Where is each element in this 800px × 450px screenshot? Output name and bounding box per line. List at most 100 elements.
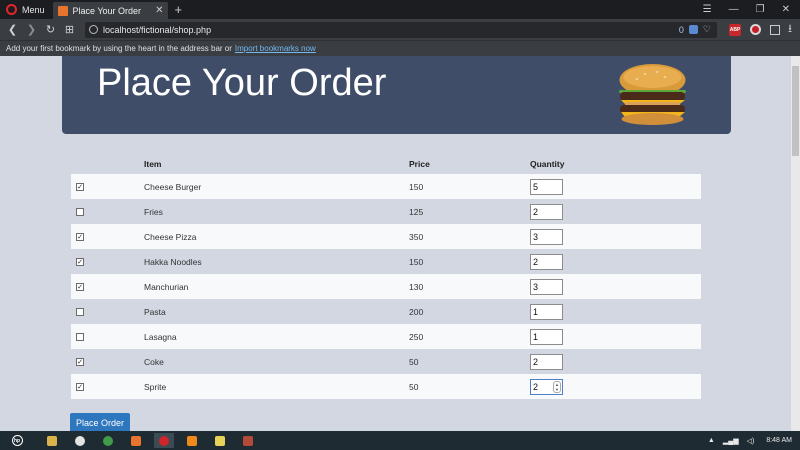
xampp-favicon-icon [57,5,68,16]
quantity-input[interactable]: 5 [530,178,563,195]
new-tab-icon[interactable]: + [175,2,183,17]
notes-icon [215,435,225,446]
item-name: Cheese Burger [144,174,409,199]
browser-tab-bar: Menu Place Your Order ✕ + ☰ — ❐ ✕ [0,0,800,19]
adblock-plus-icon[interactable]: ABP [729,23,741,36]
taskbar-app-notes[interactable] [210,433,230,448]
download-icon[interactable]: ⭳ [788,20,792,39]
item-name: Sprite [144,374,409,399]
item-price: 150 [409,174,530,199]
quantity-value: 3 [533,231,539,242]
table-row: ✓ Hakka Noodles 150 2 [71,249,701,274]
quantity-input[interactable]: 2 [530,253,563,270]
window-controls: ☰ — ❐ ✕ [703,4,800,15]
page-title: Place Your Order [97,62,387,104]
item-name: Cheese Pizza [144,224,409,249]
item-name: Manchurian [144,274,409,299]
quantity-input[interactable]: 2 [530,203,563,220]
url-text: localhost/fictional/shop.php [103,24,212,35]
taskbar-app-vlc[interactable] [182,433,202,448]
header-price: Price [409,159,430,169]
burger-image [619,64,686,125]
row-checkbox[interactable]: ✓ [76,183,84,192]
hp-logo-icon: hp [11,435,23,446]
tab-close-icon[interactable]: ✕ [155,5,163,16]
row-checkbox[interactable] [76,208,84,217]
forward-icon[interactable]: ❯ [22,23,41,36]
quantity-value: 1 [533,331,539,342]
taskbar-app-misc[interactable] [238,433,258,448]
import-bookmarks-link[interactable]: Import bookmarks now [235,44,316,53]
table-row: ✓ Coke 50 2 [71,349,701,374]
row-checkbox[interactable]: ✓ [76,358,84,367]
opera-icon [159,435,169,446]
item-price: 50 [409,349,530,374]
item-price: 350 [409,224,530,249]
xampp-icon [131,435,141,446]
table-row: Fries 125 2 [71,199,701,224]
item-name: Fries [144,199,409,224]
network-icon[interactable]: ▂▄▆ [723,437,739,445]
header-select [71,152,144,174]
row-checkbox[interactable]: ✓ [76,258,84,267]
quantity-input-focused[interactable]: 2 ▲ ▼ [530,378,563,395]
chrome-icon [103,435,113,446]
ad-block-shield-icon[interactable] [688,25,698,34]
back-icon[interactable]: ❮ [3,23,22,36]
quantity-input[interactable]: 1 [530,328,563,345]
tab-title: Place Your Order [72,5,142,16]
restore-icon[interactable]: ❐ [756,4,765,15]
row-checkbox[interactable]: ✓ [76,383,84,392]
reload-icon[interactable]: ↻ [41,23,60,36]
tray-expand-icon[interactable]: ▲ [708,437,715,444]
tab-menu-icon[interactable]: ☰ [703,4,712,15]
row-checkbox[interactable]: ✓ [76,283,84,292]
menu-label: Menu [22,4,45,15]
bookmark-heart-icon[interactable]: ♡ [703,24,711,35]
quantity-value: 2 [533,381,539,392]
row-checkbox[interactable]: ✓ [76,233,84,242]
taskbar-app-opera[interactable] [154,433,174,448]
taskbar-app-steam[interactable] [70,433,90,448]
table-row: ✓ Cheese Burger 150 5 [71,174,701,199]
quantity-input[interactable]: 3 [530,228,563,245]
steam-icon [75,435,85,446]
quantity-value: 2 [533,356,539,367]
item-price: 130 [409,274,530,299]
taskbar-app-xampp[interactable] [126,433,146,448]
place-order-button[interactable]: Place Order [70,413,130,433]
vlc-icon [187,435,197,446]
volume-icon[interactable]: ◁) [747,437,755,445]
blocked-count: 0 [678,24,684,35]
opera-logo-icon [6,4,17,15]
window-close-icon[interactable]: ✕ [782,4,790,15]
address-toolbar: ❮ ❯ ↻ ⊞ localhost/fictional/shop.php 0 ♡… [0,19,800,40]
taskbar-app-explorer[interactable] [42,433,62,448]
quantity-input[interactable]: 1 [530,303,563,320]
quantity-input[interactable]: 2 [530,353,563,370]
opera-extension-icon[interactable] [750,24,761,35]
browser-tab-active[interactable]: Place Your Order ✕ [52,2,168,19]
scrollbar-thumb[interactable] [792,66,799,156]
quantity-input[interactable]: 3 [530,278,563,295]
item-price: 200 [409,299,530,324]
opera-menu-button[interactable]: Menu [0,0,53,19]
item-price: 125 [409,199,530,224]
snapshot-extension-icon[interactable] [770,24,780,35]
item-price: 50 [409,374,530,399]
clock[interactable]: 8:48 AM [766,437,792,444]
taskbar-app-chrome[interactable] [98,433,118,448]
spinner-arrows-icon[interactable]: ▲ ▼ [553,380,561,393]
address-field[interactable]: localhost/fictional/shop.php 0 ♡ [85,21,717,38]
table-row: Lasagna 250 1 [71,324,701,349]
item-name: Lasagna [144,324,409,349]
page-scrollbar[interactable] [791,56,800,431]
row-checkbox[interactable] [76,308,84,317]
quantity-value: 1 [533,306,539,317]
globe-icon [89,25,98,34]
header-quantity: Quantity [530,159,565,169]
minimize-icon[interactable]: — [729,4,739,15]
speed-dial-grid-icon[interactable]: ⊞ [60,23,79,36]
row-checkbox[interactable] [76,333,84,342]
start-button[interactable]: hp [0,431,34,450]
